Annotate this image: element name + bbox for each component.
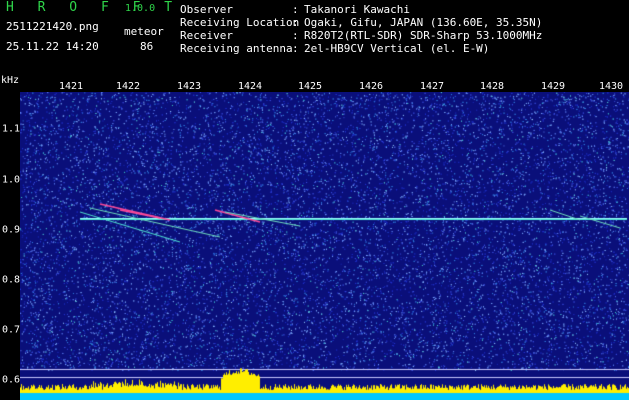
mode-label: meteor: [124, 25, 164, 38]
antenna-value: 2el-HB9CV Vertical (el. E-W): [304, 42, 490, 55]
file-name: 2511221420.png: [6, 20, 99, 33]
observer-label: Observer: [180, 3, 233, 16]
location-value: Ogaki, Gifu, JAPAN (136.60E, 35.35N): [304, 16, 543, 29]
receiver-separator: :: [292, 29, 299, 42]
receiver-label: Receiver: [180, 29, 233, 42]
antenna-separator: :: [292, 42, 299, 55]
antenna-label: Receiving antenna: [180, 42, 293, 55]
location-label: Receiving Location: [180, 16, 300, 29]
y-tick-label: 0.9: [2, 224, 21, 236]
datetime: 25.11.22 14:20: [6, 40, 99, 53]
spectrogram-plot: [20, 92, 629, 400]
y-tick-label: 1.0: [2, 174, 21, 186]
observer-separator: :: [292, 3, 299, 16]
app-version: 1.0.0: [125, 3, 156, 14]
location-separator: :: [292, 16, 299, 29]
observer-value: Takanori Kawachi: [304, 3, 410, 16]
y-tick-label: 0.8: [2, 274, 21, 286]
y-axis-unit: kHz: [1, 75, 20, 86]
detection-count: 86: [140, 40, 154, 53]
y-tick-label: 0.6: [2, 374, 21, 386]
y-tick-label: 1.1: [2, 123, 21, 135]
y-tick-label: 0.7: [2, 324, 21, 336]
receiver-value: R820T2(RTL-SDR) SDR-Sharp 53.1000MHz: [304, 29, 543, 42]
header-panel: H R O F F T 1.0.0 2511221420.png meteor …: [0, 0, 629, 72]
